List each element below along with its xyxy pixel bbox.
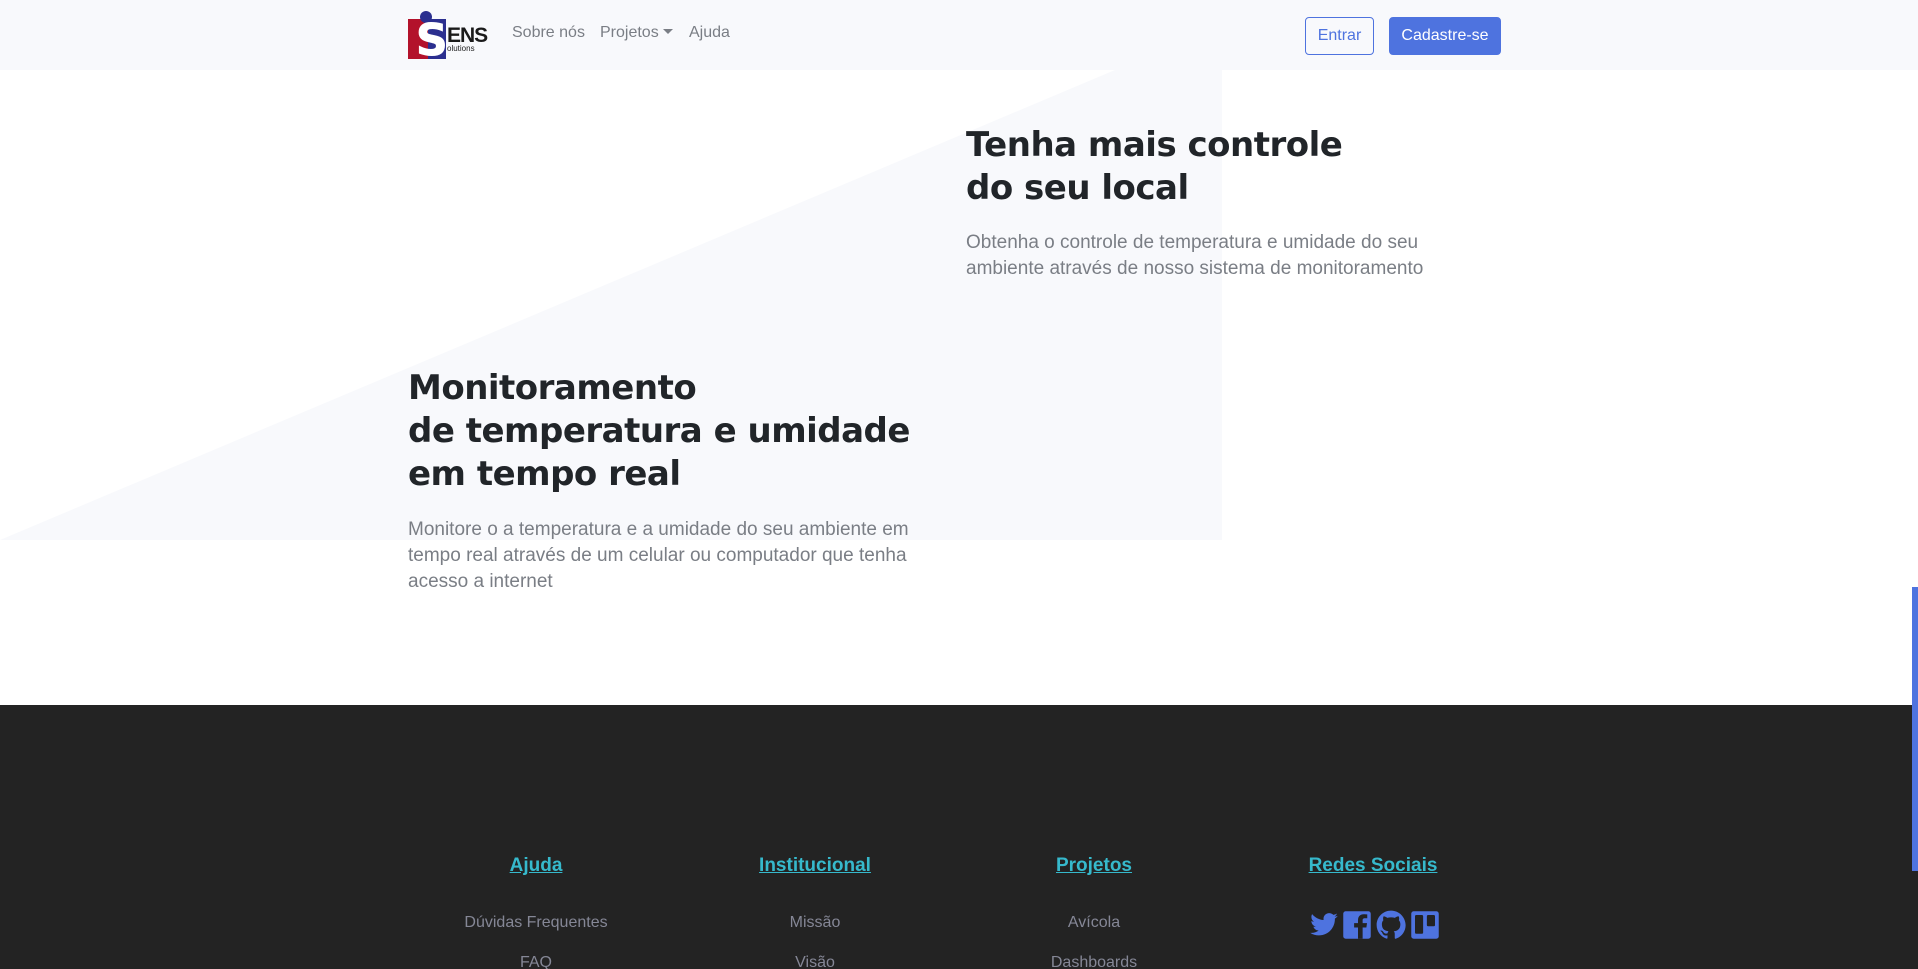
nav-ajuda[interactable]: Ajuda — [689, 24, 730, 42]
feature-title-line: de temperatura e umidade — [408, 411, 910, 451]
feature-title-monitoramento: Monitoramento de temperatura e umidade e… — [408, 367, 968, 496]
footer-title-institucional[interactable]: Institucional — [715, 855, 915, 877]
navbar: S ENS olutions Sobre nós Projetos Ajuda … — [0, 0, 1918, 70]
nav-projetos-label: Projetos — [600, 24, 659, 41]
footer-link-avicola[interactable]: Avícola — [994, 914, 1194, 932]
feature-title-controle: Tenha mais controle do seu local — [966, 124, 1466, 210]
trello-icon[interactable] — [1410, 910, 1440, 940]
footer-link-missao[interactable]: Missão — [715, 914, 915, 932]
feature-text-controle: Obtenha o controle de temperatura e umid… — [966, 232, 1424, 279]
cadastre-se-button[interactable]: Cadastre-se — [1389, 17, 1501, 55]
feature-title-line: do seu local — [966, 168, 1189, 208]
social-icons — [1308, 910, 1440, 942]
feature-title-line: Monitoramento — [408, 368, 697, 408]
facebook-icon[interactable] — [1342, 910, 1372, 940]
svg-text:S: S — [416, 15, 448, 59]
footer-link-dashboards[interactable]: Dashboards — [994, 954, 1194, 969]
entrar-button[interactable]: Entrar — [1305, 17, 1374, 55]
feature-title-line: em tempo real — [408, 454, 681, 494]
footer-link-faq[interactable]: FAQ — [436, 954, 636, 969]
feature-text-monitoramento: Monitore o a temperatura e a umidade do … — [408, 519, 909, 592]
feature-title-line: Tenha mais controle — [966, 125, 1343, 165]
github-icon[interactable] — [1376, 910, 1406, 940]
footer-link-visao[interactable]: Visão — [715, 954, 915, 969]
brand-subtext: olutions — [447, 44, 475, 53]
nav-sobre-nos[interactable]: Sobre nós — [512, 24, 585, 42]
scrollbar-thumb[interactable] — [1912, 587, 1918, 871]
caret-down-icon — [662, 29, 673, 34]
footer: Ajuda Dúvidas Frequentes FAQ Institucion… — [0, 705, 1918, 969]
footer-link-duvidas[interactable]: Dúvidas Frequentes — [436, 914, 636, 932]
footer-title-ajuda[interactable]: Ajuda — [436, 855, 636, 877]
brand-logo[interactable]: S ENS olutions — [408, 11, 490, 67]
twitter-icon[interactable] — [1308, 910, 1338, 940]
footer-title-redes-sociais[interactable]: Redes Sociais — [1273, 855, 1473, 877]
footer-title-projetos[interactable]: Projetos — [994, 855, 1194, 877]
puzzle-logo-icon: S — [408, 11, 448, 67]
nav-projetos-dropdown[interactable]: Projetos — [600, 24, 673, 42]
